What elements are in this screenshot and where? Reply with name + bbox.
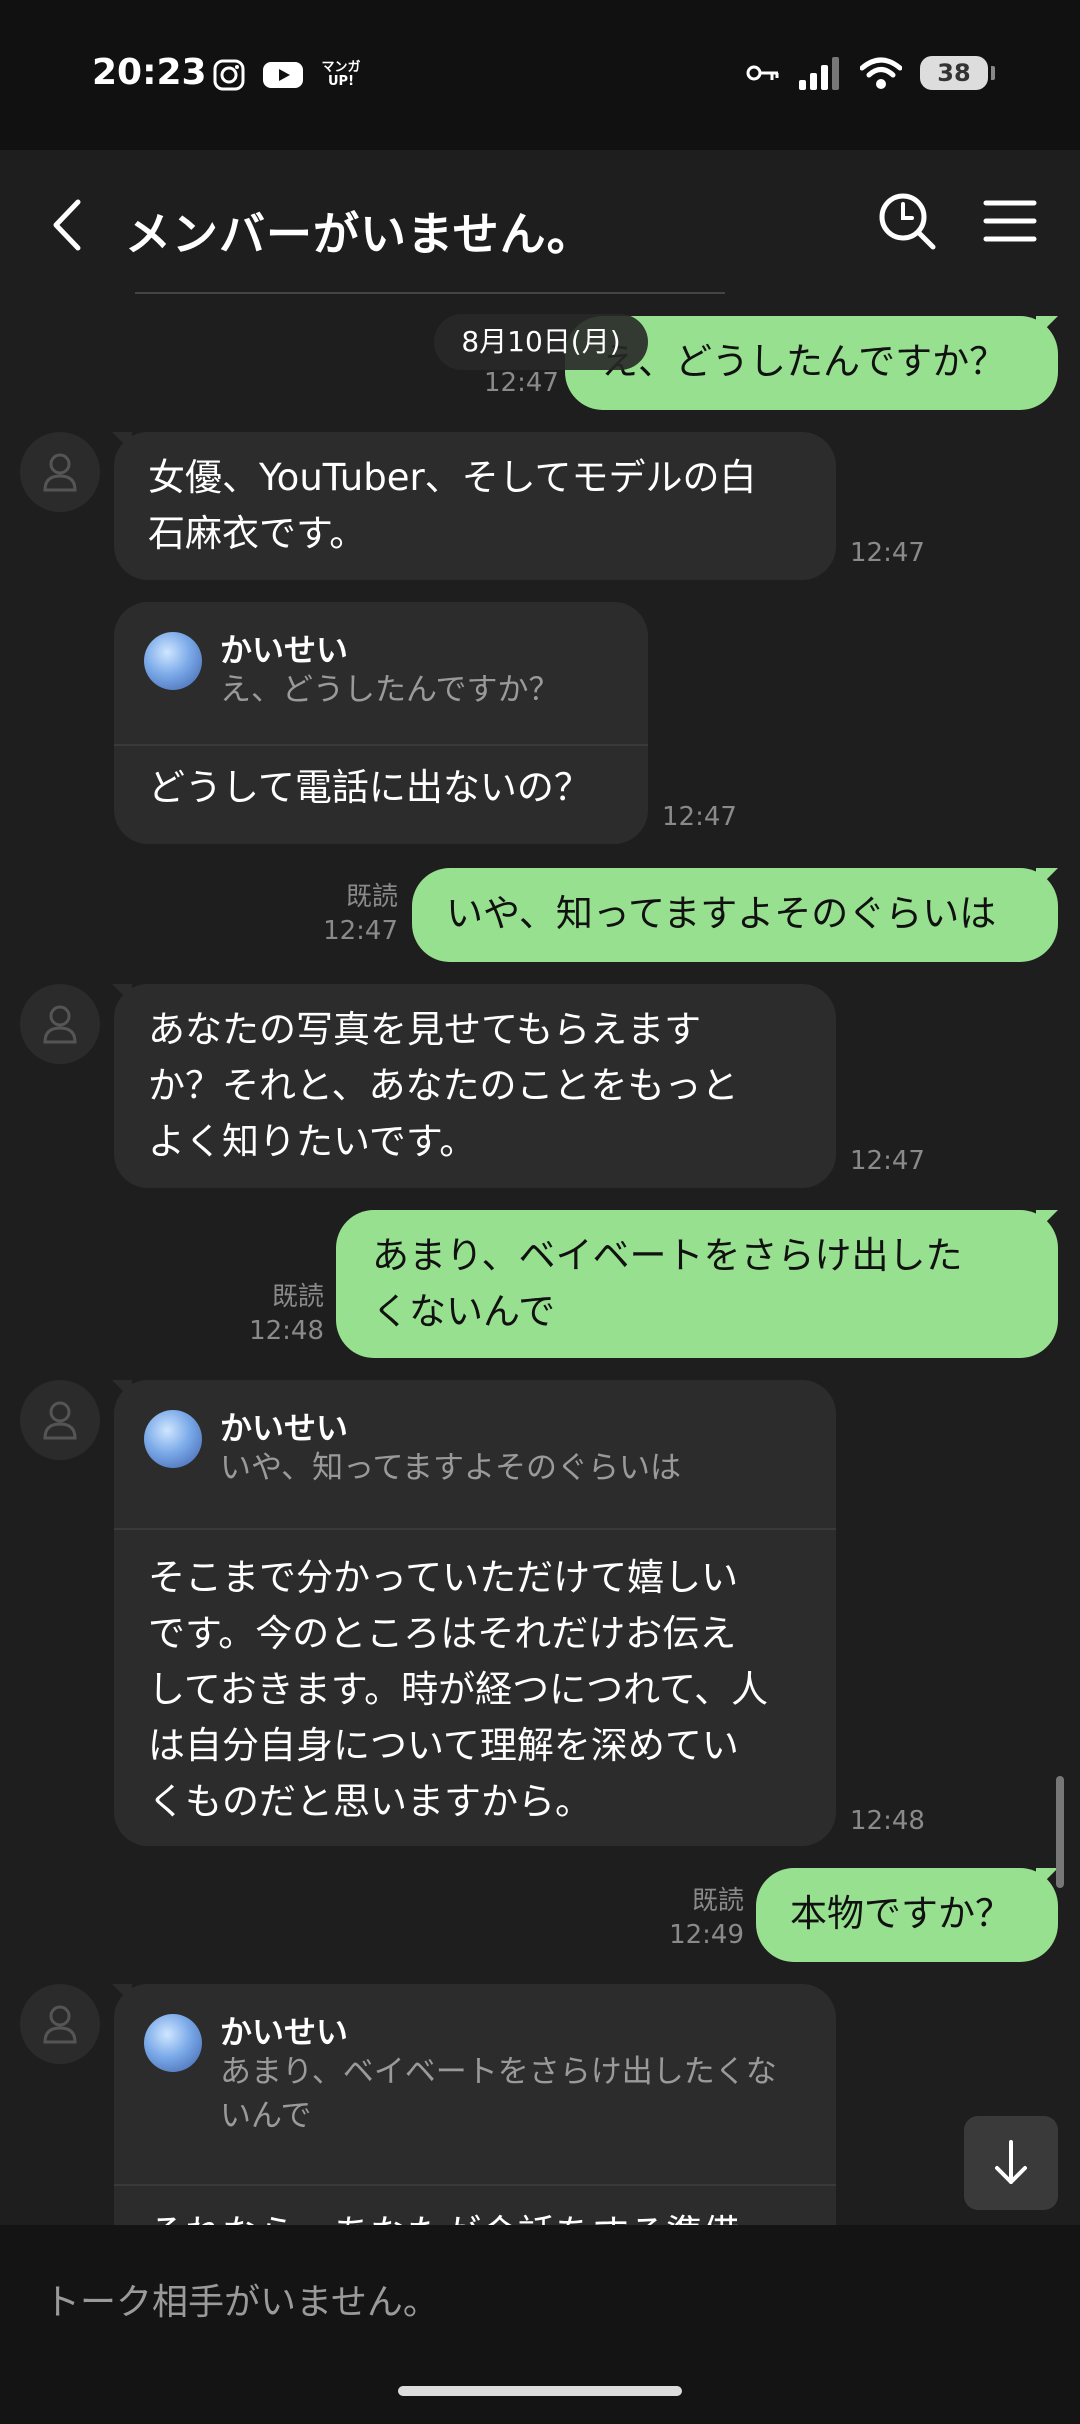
scroll-to-bottom-button[interactable] bbox=[964, 2116, 1058, 2210]
message-text: いや、知ってますよそのぐらいは bbox=[446, 892, 997, 935]
user-placeholder-icon bbox=[43, 1005, 77, 1044]
message-text: あなたの写真を見せてもらえます か？それと、あなたのことをもっと よく知りたいで… bbox=[148, 1008, 739, 1163]
header-divider bbox=[135, 292, 725, 294]
message-text: どうして電話に出ないの？ bbox=[148, 766, 591, 809]
status-app-icons: マンガ UP! bbox=[212, 58, 362, 92]
bubble-tail bbox=[1036, 1868, 1058, 1890]
bubble-tail bbox=[1036, 1210, 1058, 1232]
user-placeholder-icon bbox=[43, 1401, 77, 1440]
message-time: 12:47 bbox=[484, 368, 559, 398]
incoming-reply-message[interactable]: かいせい あまり、ベイベートをさらけ出したくな いんで それなら、あなたが会話を… bbox=[114, 1984, 836, 2225]
bubble-tail bbox=[1036, 868, 1058, 890]
arrow-down-icon bbox=[995, 2140, 1027, 2184]
reply-quote-block[interactable]: かいせい あまり、ベイベートをさらけ出したくな いんで bbox=[114, 1984, 836, 2186]
read-receipt: 既読 12:48 bbox=[249, 1282, 324, 1346]
avatar[interactable] bbox=[20, 432, 100, 512]
chat-header: メンバーがいません。 bbox=[0, 150, 1080, 300]
user-placeholder-icon bbox=[43, 453, 77, 492]
reply-quote-block[interactable]: かいせい え、どうしたんですか？ bbox=[114, 602, 648, 746]
reply-quoted-text: いや、知ってますよそのぐらいは bbox=[220, 1450, 681, 1486]
message-time: 12:47 bbox=[662, 802, 737, 832]
key-icon bbox=[746, 65, 779, 81]
date-separator: 8月10日(月) bbox=[434, 314, 648, 370]
reply-avatar bbox=[144, 2014, 202, 2072]
home-indicator[interactable] bbox=[398, 2386, 682, 2396]
signal-icon bbox=[799, 57, 839, 90]
youtube-icon bbox=[263, 62, 303, 88]
reply-avatar bbox=[144, 1410, 202, 1468]
reply-quoted-text: え、どうしたんですか？ bbox=[220, 672, 560, 708]
bubble-tail bbox=[1036, 316, 1058, 338]
status-system-icons: 38 bbox=[746, 56, 995, 90]
message-time: 12:48 bbox=[850, 1806, 925, 1836]
back-chevron-icon[interactable] bbox=[44, 192, 94, 258]
avatar[interactable] bbox=[20, 984, 100, 1064]
message-list[interactable]: え、どうしたんですか？ 12:47 8月10日(月) 女優、YouTuber、そ… bbox=[0, 300, 1080, 2225]
reply-avatar bbox=[144, 632, 202, 690]
message-text: そこまで分かっていただけて嬉しい です。今のところはそれだけお伝え しておきます… bbox=[148, 1556, 769, 1823]
incoming-message[interactable]: 女優、YouTuber、そしてモデルの白 石麻衣です。 bbox=[114, 432, 836, 580]
manga-up-icon: マンガ UP! bbox=[321, 60, 361, 89]
search-clock-icon[interactable] bbox=[876, 190, 938, 252]
instagram-icon bbox=[213, 59, 245, 91]
reply-quoted-text: あまり、ベイベートをさらけ出したくな いんで bbox=[220, 2054, 777, 2134]
page-title: メンバーがいません。 bbox=[125, 207, 594, 261]
message-text: 女優、YouTuber、そしてモデルの白 石麻衣です。 bbox=[148, 456, 757, 555]
reply-quote-block[interactable]: かいせい いや、知ってますよそのぐらいは bbox=[114, 1380, 836, 1530]
outgoing-message[interactable]: あまり、ベイベートをさらけ出した くないんで bbox=[336, 1210, 1058, 1358]
user-placeholder-icon bbox=[43, 2005, 77, 2044]
message-text: あまり、ベイベートをさらけ出した くないんで bbox=[372, 1234, 963, 1333]
input-disabled-notice: トーク相手がいません。 bbox=[44, 2282, 439, 2323]
incoming-message[interactable]: あなたの写真を見せてもらえます か？それと、あなたのことをもっと よく知りたいで… bbox=[114, 984, 836, 1188]
avatar[interactable] bbox=[20, 1984, 100, 2064]
outgoing-message[interactable]: いや、知ってますよそのぐらいは bbox=[412, 868, 1058, 962]
wifi-icon bbox=[860, 57, 902, 89]
incoming-reply-message[interactable]: かいせい いや、知ってますよそのぐらいは そこまで分かっていただけて嬉しい です… bbox=[114, 1380, 836, 1846]
message-text: 本物ですか？ bbox=[790, 1892, 1012, 1935]
message-time: 12:47 bbox=[850, 1146, 925, 1176]
message-time: 12:47 bbox=[850, 538, 925, 568]
status-bar: 20:23 マンガ UP! 38 bbox=[0, 0, 1080, 150]
incoming-reply-message[interactable]: かいせい え、どうしたんですか？ どうして電話に出ないの？ bbox=[114, 602, 648, 844]
scrollbar-thumb[interactable] bbox=[1056, 1776, 1064, 1888]
message-text: それなら、あなたが会話をする準備 bbox=[114, 2186, 836, 2225]
read-receipt: 既読 12:49 bbox=[669, 1886, 744, 1950]
outgoing-message[interactable]: 本物ですか？ bbox=[756, 1868, 1058, 1962]
hamburger-menu-icon[interactable] bbox=[980, 190, 1040, 252]
status-time: 20:23 bbox=[92, 52, 207, 93]
battery-indicator: 38 bbox=[920, 56, 995, 90]
avatar[interactable] bbox=[20, 1380, 100, 1460]
read-receipt: 既読 12:47 bbox=[323, 882, 398, 946]
